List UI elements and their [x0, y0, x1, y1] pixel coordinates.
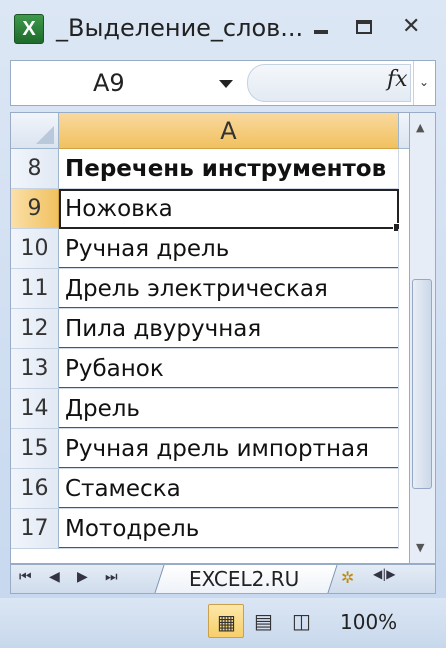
- row-filler: [399, 389, 409, 429]
- selected-cell[interactable]: Ножовка: [59, 189, 399, 229]
- scroll-down-button[interactable]: ▼: [412, 537, 432, 559]
- row-header[interactable]: 15: [11, 429, 59, 469]
- sheet-row: 12 Пила двуручная: [11, 309, 409, 349]
- cell[interactable]: Стамеска: [59, 469, 399, 509]
- last-sheet-button[interactable]: ⏭: [105, 569, 118, 585]
- next-sheet-button[interactable]: ▶: [77, 569, 88, 585]
- worksheet-grid: A 8 Перечень инструментов 9 Ножовка 10 Р…: [10, 112, 410, 564]
- row-filler: [399, 429, 409, 469]
- row-header[interactable]: 10: [11, 229, 59, 269]
- sheet-row: 15 Ручная дрель импортная: [11, 429, 409, 469]
- zoom-level[interactable]: 100%: [340, 610, 397, 634]
- page-layout-view-button[interactable]: ▤: [246, 604, 282, 638]
- sheet-row: 14 Дрель: [11, 389, 409, 429]
- row-filler: [399, 349, 409, 389]
- window-title: _Выделение_слов...: [56, 14, 304, 42]
- select-all-button[interactable]: [11, 113, 59, 149]
- column-header-a[interactable]: A: [59, 113, 399, 149]
- normal-view-button[interactable]: ▦: [208, 604, 244, 638]
- minimize-button[interactable]: [306, 16, 336, 40]
- sheet-row: 16 Стамеска: [11, 469, 409, 509]
- row-header[interactable]: 11: [11, 269, 59, 309]
- row-header[interactable]: 13: [11, 349, 59, 389]
- page-break-view-button[interactable]: ◫: [284, 604, 320, 638]
- row-header[interactable]: 12: [11, 309, 59, 349]
- page-break-icon: ◫: [292, 609, 311, 633]
- maximize-icon: [356, 20, 372, 34]
- name-box[interactable]: A9: [11, 61, 243, 105]
- row-header[interactable]: 17: [11, 509, 59, 549]
- cell[interactable]: Ручная дрель: [59, 229, 399, 269]
- title-bar: X _Выделение_слов... ✕: [0, 0, 446, 56]
- close-icon: ✕: [402, 14, 421, 39]
- name-box-dropdown-icon[interactable]: [219, 80, 233, 88]
- vertical-scroll-thumb[interactable]: [412, 279, 432, 489]
- status-bar: ▦ ▤ ◫ 100%: [0, 598, 446, 648]
- vertical-scrollbar[interactable]: ▲ ▼: [410, 112, 436, 564]
- select-all-icon: [36, 126, 54, 144]
- row-filler: [399, 269, 409, 309]
- cell[interactable]: Дрель: [59, 389, 399, 429]
- row-filler: [399, 149, 409, 189]
- cell[interactable]: Рубанок: [59, 349, 399, 389]
- maximize-button[interactable]: [350, 16, 380, 40]
- insert-sheet-icon[interactable]: ✲: [341, 568, 367, 590]
- grid-icon: ▦: [217, 610, 236, 634]
- scroll-up-button[interactable]: ▲: [412, 117, 432, 139]
- row-header[interactable]: 8: [11, 149, 59, 189]
- row-filler: [399, 189, 409, 229]
- sheet-tabs-bar: ⏮ ◀ ▶ ⏭ EXCEL2.RU ✲ ◀|▶: [10, 564, 436, 594]
- row-header[interactable]: 16: [11, 469, 59, 509]
- excel-app-icon-letter: X: [22, 18, 36, 40]
- excel-window: X _Выделение_слов... ✕ A9 fx ⌄ A 8 Переч…: [0, 0, 446, 648]
- row-filler: [399, 229, 409, 269]
- row-filler: [399, 509, 409, 549]
- excel-app-icon[interactable]: X: [14, 14, 44, 44]
- formula-bar: A9 fx ⌄: [10, 60, 436, 106]
- sheet-row: 8 Перечень инструментов: [11, 149, 409, 189]
- row-filler: [399, 469, 409, 509]
- prev-sheet-button[interactable]: ◀: [49, 569, 60, 585]
- sheet-row: 11 Дрель электрическая: [11, 269, 409, 309]
- sheet-tab-label[interactable]: EXCEL2.RU: [189, 567, 299, 591]
- arrow-up-icon: ▲: [416, 121, 425, 134]
- cell[interactable]: Ручная дрель импортная: [59, 429, 399, 469]
- chevron-down-icon: ⌄: [419, 75, 430, 89]
- row-header[interactable]: 14: [11, 389, 59, 429]
- page-layout-icon: ▤: [254, 609, 273, 633]
- sheet-row: 13 Рубанок: [11, 349, 409, 389]
- insert-function-button[interactable]: fx: [387, 67, 408, 92]
- cell[interactable]: Мотодрель: [59, 509, 399, 549]
- name-box-value: A9: [93, 69, 125, 97]
- arrow-down-icon: ▼: [416, 541, 425, 554]
- sheet-row: 9 Ножовка: [11, 189, 409, 232]
- formula-bar-expand-button[interactable]: ⌄: [413, 61, 436, 105]
- cell[interactable]: Перечень инструментов: [59, 149, 399, 189]
- row-header-active[interactable]: 9: [11, 189, 59, 229]
- minimize-icon: [314, 30, 328, 34]
- row-filler: [399, 309, 409, 349]
- sheet-row: 10 Ручная дрель: [11, 229, 409, 269]
- column-header-filler: [399, 113, 409, 149]
- tab-splitter-icon[interactable]: ◀|▶: [373, 567, 399, 591]
- cell[interactable]: Дрель электрическая: [59, 269, 399, 309]
- sheet-row: 17 Мотодрель: [11, 509, 409, 549]
- close-button[interactable]: ✕: [398, 16, 428, 40]
- first-sheet-button[interactable]: ⏮: [19, 569, 32, 585]
- cell[interactable]: Пила двуручная: [59, 309, 399, 349]
